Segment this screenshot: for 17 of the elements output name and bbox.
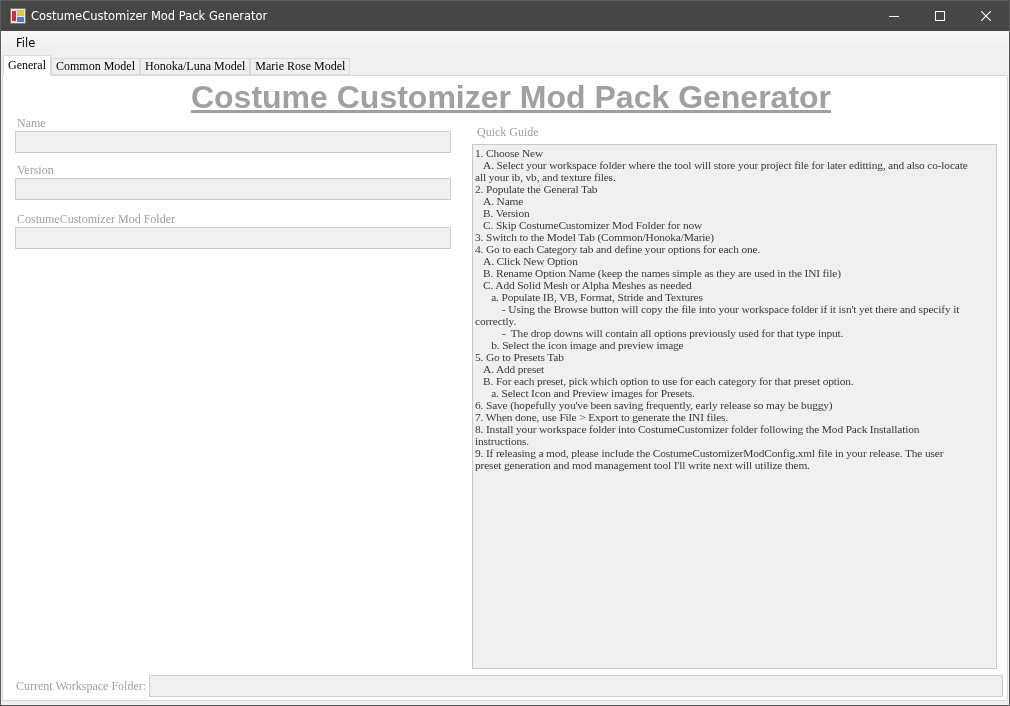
tab[interactable]: Marie Rose Model — [250, 58, 351, 75]
tab[interactable]: General — [3, 55, 51, 76]
guide-label: Quick Guide — [477, 125, 539, 139]
app-icon — [10, 8, 26, 24]
app-heading: Costume Customizer Mod Pack Generator — [190, 80, 832, 115]
minimize-icon — [889, 15, 899, 17]
tab[interactable]: Common Model — [51, 58, 140, 75]
field-label: Version — [17, 163, 54, 177]
guide-text-area[interactable]: 1. Choose New A. Select your workspace folder where the tool will store your project file for later editting, and also co-locate all your ib, vb, and texture files. 2. Populate the General Tab A. Name B. Version C. Skip CostumeCustomizer Mod Folder for now 3. Switch to the Model Tab (Common/Honoka/Marie) 4. Go to each Category tab and define your options for each one. A. Click New Option B. Rename Option Name (keep the names simple as they are used in the INI file) C. Add Solid Mesh or Alpha Meshes as needed a. Populate IB, VB, Format, Stride and Textures - Using the Browse button will copy the file into your workspace folder if it isn't yet there and specify it correctly. - The drop downs will contain all options previously used for that type input. b. Select the icon image and preview image 5. Go to Presets Tab A. Add preset B. For each preset, pick which option to use for each category for that preset option. a. Select Icon and Preview images for Presets. 6. Save (hopefully you've been saving frequently, early release so may be buggy) 7. When done, use File > Export to generate the INI files. 8. Install your workspace folder into CostumeCustomizer folder following the Mod Pack Installation instructions. 9. If releasing a mod, please include the CostumeCustomizerModConfig.xml file in your release. The user preset generation and mod management tool I'll write next will utilize them. — [472, 144, 997, 669]
tab[interactable]: Honoka/Luna Model — [140, 58, 251, 75]
window-title: CostumeCustomizer Mod Pack Generator — [31, 9, 268, 23]
field-label: CostumeCustomizer Mod Folder — [17, 212, 175, 226]
menu-item[interactable]: File — [8, 33, 44, 53]
field-label: Name — [17, 116, 46, 130]
field-label: Current Workspace Folder: — [16, 679, 147, 693]
close-icon — [981, 11, 991, 21]
maximize-icon — [935, 11, 945, 21]
